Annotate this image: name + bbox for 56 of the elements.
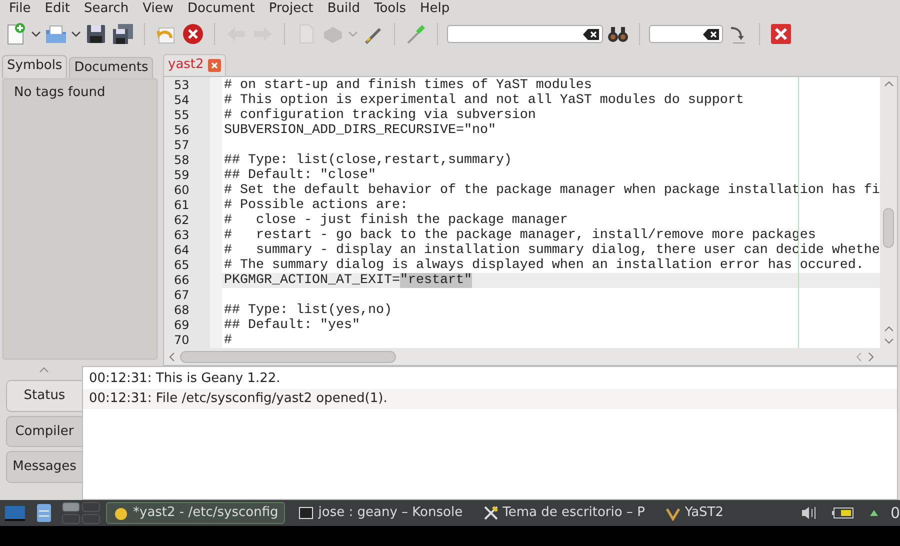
taskbar-item[interactable]: jose : geany – Konsole (291, 502, 470, 524)
line-number: 68 (173, 303, 190, 318)
line-number: 55 (173, 108, 190, 123)
line-number: 69 (173, 318, 190, 333)
line-number: 59 (173, 168, 190, 183)
menu-item[interactable]: Help (413, 0, 457, 18)
line-number: 65 (173, 258, 190, 273)
line-number: 70 (173, 333, 190, 348)
menu-item[interactable]: Project (262, 0, 320, 18)
line-number: 58 (173, 153, 190, 168)
status-message: 00:12:31: File /etc/sysconfig/yast2 opened(1). (83, 389, 897, 409)
menu-item[interactable]: Tools (366, 0, 413, 18)
line-number: 57 (173, 138, 190, 153)
document-tab[interactable]: yast2 (163, 54, 226, 76)
line-number: 66 (173, 273, 190, 288)
panel-tab[interactable]: Compiler (6, 416, 82, 447)
code-line: # Set the default behavior of the package manager when package installation has fi (223, 183, 880, 198)
line-number: 53 (173, 78, 190, 93)
panel-tab[interactable]: Messages (6, 451, 82, 482)
code-line: # summary - display an installation summary dialog, there user can decide whethe (223, 243, 880, 258)
code-line: # The summary dialog is always displayed when an installation error has occured. (223, 258, 865, 273)
code-line: ## Type: list(close,restart,summary) (223, 153, 513, 168)
menu-item[interactable]: Edit (38, 0, 77, 18)
code-line: ## Type: list(yes,no) (223, 303, 393, 318)
clock[interactable]: 0 (890, 502, 900, 524)
taskbar-item[interactable]: YaST2 (658, 502, 731, 524)
menu-item[interactable]: Build (320, 0, 367, 18)
code-line: # (223, 333, 233, 348)
menu-item[interactable]: View (136, 0, 180, 18)
taskbar-item[interactable]: Tema de escritorio – P (476, 502, 652, 524)
line-number: 56 (173, 123, 190, 138)
code-line: ## Default: "yes" (223, 318, 361, 333)
line-number: 64 (173, 243, 190, 258)
menu-item[interactable]: File (2, 0, 38, 18)
menu-item[interactable]: Search (76, 0, 136, 18)
code-line: ## Default: "close" (223, 168, 377, 183)
panel-tab[interactable]: Status (6, 380, 82, 412)
sidebar-tab[interactable]: Symbols (2, 55, 68, 78)
code-line: # restart - go back to the package manager, install/remove more packages (223, 228, 817, 243)
sidebar-tab[interactable]: Documents (69, 57, 154, 78)
status-message: 00:12:31: This is Geany 1.22. (88, 370, 282, 388)
line-number: 61 (173, 198, 190, 213)
code-line: # on start-up and finish times of YaST modules (223, 78, 593, 93)
menu-item[interactable]: Document (180, 0, 262, 18)
line-number: 60 (173, 183, 190, 198)
code-line: SUBVERSION_ADD_DIRS_RECURSIVE="no" (223, 123, 497, 138)
code-line: # Possible actions are: (223, 198, 409, 213)
code-line: # close - just finish the package manager (223, 213, 569, 228)
taskbar-item[interactable]: *yast2 - /etc/sysconfig (106, 502, 286, 524)
code-line: # configuration tracking via subversion (223, 108, 537, 123)
line-number: 62 (173, 213, 190, 228)
line-number: 63 (173, 228, 190, 243)
line-number: 54 (173, 93, 190, 108)
line-number: 67 (173, 288, 190, 303)
code-line: # This option is experimental and not all YaST modules do support (223, 93, 745, 108)
empty-message: No tags found (14, 85, 106, 100)
